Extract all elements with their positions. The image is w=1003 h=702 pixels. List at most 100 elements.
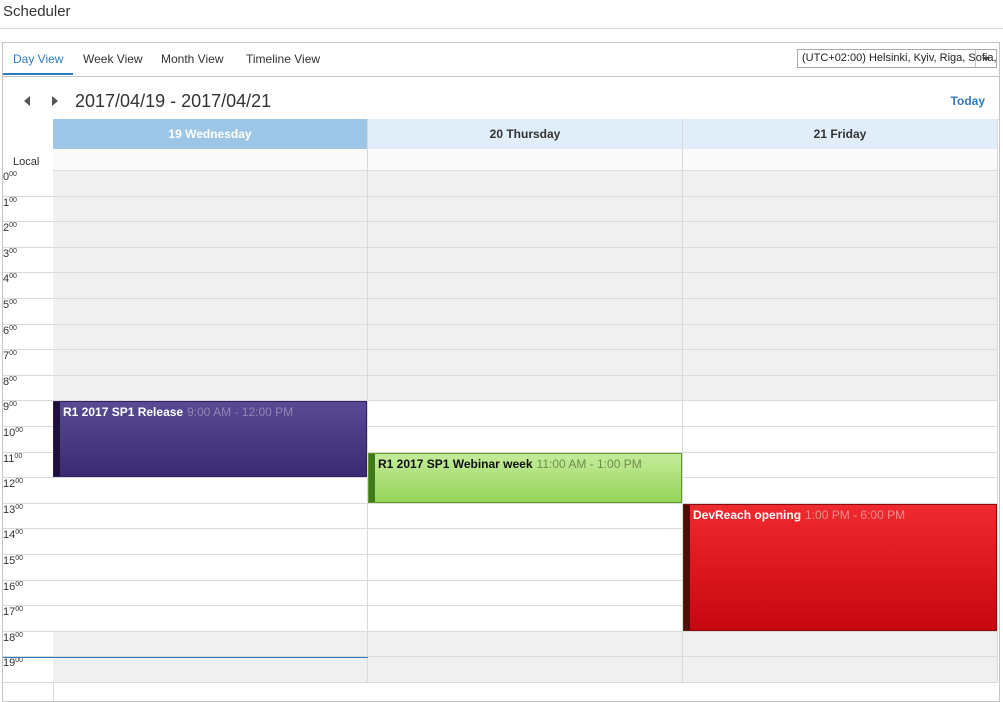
time-slot[interactable]: [368, 503, 683, 530]
time-slot[interactable]: [683, 324, 998, 351]
time-slot[interactable]: [53, 247, 368, 274]
time-slot[interactable]: [368, 196, 683, 223]
time-slot[interactable]: [683, 657, 998, 683]
timezone-dropdown[interactable]: (UTC+02:00) Helsinki, Kyiv, Riga, Sofia,…: [797, 49, 999, 68]
time-slot[interactable]: [368, 529, 683, 555]
time-slot[interactable]: [683, 273, 998, 299]
time-slot[interactable]: [53, 222, 368, 248]
local-timezone-label: Local: [13, 156, 40, 168]
time-slot[interactable]: [683, 196, 998, 223]
time-slot[interactable]: [53, 580, 368, 607]
hour-label: 1000: [3, 427, 53, 453]
minute-value: 00: [9, 324, 17, 332]
time-slot[interactable]: [368, 171, 683, 197]
time-slot[interactable]: [53, 606, 368, 632]
appointment-subject: R1 2017 SP1 Webinar week 11:00 AM - 1:00 …: [378, 457, 642, 471]
all-day-slot[interactable]: [53, 149, 368, 171]
hour-value: 15: [3, 555, 16, 567]
time-slot[interactable]: [368, 273, 683, 299]
appointment-color-bar: [369, 453, 375, 502]
chevron-down-icon[interactable]: [975, 50, 996, 67]
appointment-title: R1 2017 SP1 Release: [63, 405, 184, 420]
hour-label: 1400: [3, 529, 53, 555]
tab-week-view[interactable]: Week View: [83, 52, 143, 66]
time-slot[interactable]: [53, 503, 368, 530]
time-slot[interactable]: [368, 247, 683, 274]
hour-label: 1700: [3, 606, 53, 632]
minute-value: 00: [15, 555, 24, 562]
minute-value: 00: [9, 299, 17, 306]
time-slot[interactable]: [683, 171, 998, 197]
time-slot[interactable]: [368, 606, 683, 632]
minute-value: 00: [15, 427, 24, 434]
previous-icon[interactable]: [23, 96, 31, 106]
time-slot[interactable]: [368, 580, 683, 607]
time-slot[interactable]: [683, 427, 998, 453]
tab-timeline-view[interactable]: Timeline View: [246, 52, 320, 66]
minute-value: 00: [15, 657, 24, 665]
time-slot[interactable]: [683, 401, 998, 427]
time-slot[interactable]: [683, 350, 998, 376]
appointment[interactable]: R1 2017 SP1 Webinar week 11:00 AM - 1:00 …: [368, 452, 682, 503]
time-slot[interactable]: [683, 247, 998, 274]
time-slot[interactable]: [368, 375, 683, 402]
time-slot[interactable]: [368, 324, 683, 351]
appointment-subject: R1 2017 SP1 Release 9:00 AM - 12:00 PM: [63, 405, 293, 419]
time-slot[interactable]: [683, 452, 998, 479]
time-slot[interactable]: [53, 375, 368, 402]
time-slot[interactable]: [368, 657, 683, 683]
day-header-3[interactable]: 21 Friday: [683, 119, 998, 149]
time-slot[interactable]: [368, 427, 683, 453]
hour-label: 400: [3, 273, 53, 299]
minute-value: 00: [15, 529, 24, 537]
time-slot[interactable]: [53, 350, 368, 376]
time-slot[interactable]: [53, 324, 368, 351]
time-slot[interactable]: [368, 631, 683, 658]
time-slot[interactable]: [368, 401, 683, 427]
appointment-subject: DevReach opening 1:00 PM - 6:00 PM: [693, 508, 905, 522]
all-day-slot[interactable]: [368, 149, 683, 171]
time-slot[interactable]: [683, 375, 998, 402]
day-grid: Local 000 100 200 300 400 500 600 700 800 900 1000…: [3, 119, 999, 701]
time-slot[interactable]: [53, 299, 368, 325]
time-slot[interactable]: [368, 299, 683, 325]
time-slot[interactable]: [683, 222, 998, 248]
minute-value: 00: [9, 222, 17, 230]
time-slot[interactable]: [683, 299, 998, 325]
all-day-slot[interactable]: [683, 149, 998, 171]
hour-label: 1500: [3, 555, 53, 581]
appointment[interactable]: DevReach opening 1:00 PM - 6:00 PM: [683, 503, 997, 631]
tab-day-view[interactable]: Day View: [13, 52, 63, 66]
tab-month-view[interactable]: Month View: [161, 52, 223, 66]
appointment-time: 11:00 AM - 1:00 PM: [536, 456, 642, 471]
time-slot[interactable]: [53, 631, 368, 658]
hour-value: 18: [3, 631, 16, 644]
time-slot[interactable]: [53, 657, 368, 683]
time-slot[interactable]: [368, 222, 683, 248]
active-tab-indicator: [3, 73, 73, 75]
time-slot[interactable]: [683, 478, 998, 504]
time-slot[interactable]: [53, 529, 368, 555]
current-time-indicator: [3, 657, 368, 659]
next-icon[interactable]: [51, 96, 59, 106]
minute-value: 00: [15, 580, 24, 588]
time-gutter: Local 000 100 200 300 400 500 600 700 800 900 1000…: [3, 119, 54, 701]
time-slot[interactable]: [53, 478, 368, 504]
time-slot[interactable]: [368, 350, 683, 376]
time-slot[interactable]: [53, 273, 368, 299]
time-slot[interactable]: [368, 555, 683, 581]
minute-value: 00: [9, 401, 17, 409]
day-header-2[interactable]: 20 Thursday: [368, 119, 683, 149]
day-header-1[interactable]: 19 Wednesday: [53, 119, 368, 149]
hour-label: 800: [3, 376, 53, 402]
hour-label: 1300: [3, 504, 53, 530]
scheduler-frame: Day View Week View Month View Timeline V…: [2, 42, 1000, 702]
appointment[interactable]: R1 2017 SP1 Release 9:00 AM - 12:00 PM: [53, 401, 367, 478]
time-slot[interactable]: [683, 631, 998, 658]
today-button[interactable]: Today: [951, 94, 985, 108]
time-slot[interactable]: [53, 196, 368, 223]
time-slot[interactable]: [53, 555, 368, 581]
minute-value: 00: [9, 196, 17, 204]
time-slot[interactable]: [53, 171, 368, 197]
hour-label: 900: [3, 401, 53, 427]
